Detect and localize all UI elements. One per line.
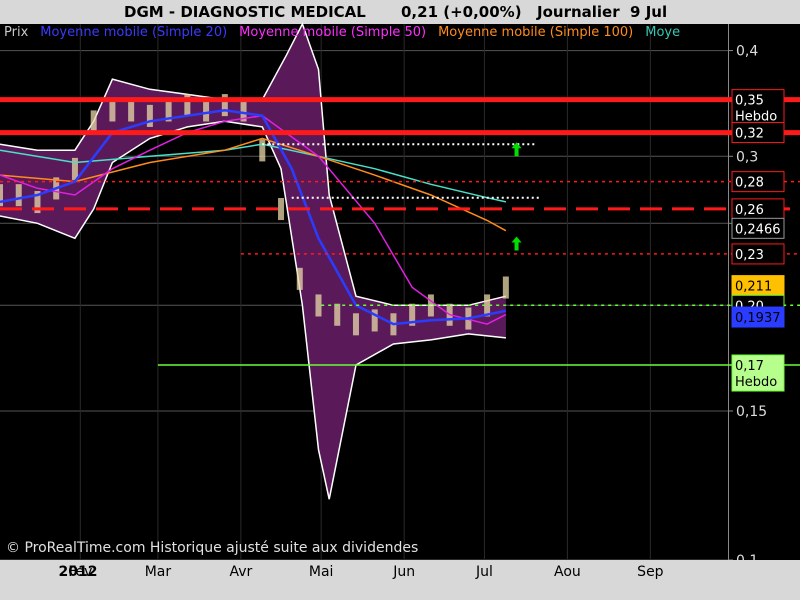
level-label: 0,23: [735, 248, 764, 263]
y-tick-label: 0,15: [736, 404, 767, 420]
price-bar: [315, 294, 322, 317]
level-label: 0,211: [735, 280, 772, 295]
level-label: 0,17: [735, 359, 764, 374]
level-label: 0,1937: [735, 311, 781, 326]
price-bar: [146, 104, 153, 127]
price-bar: [109, 99, 116, 122]
x-tick-label: Jun: [393, 564, 416, 580]
price-bar: [128, 99, 135, 122]
x-tick-label: Fev: [68, 564, 93, 580]
x-tick-label: Sep: [637, 564, 664, 580]
level-label: 0,26: [735, 203, 764, 218]
level-label: 0,32: [735, 127, 764, 142]
watermark: © ProRealTime.com Historique ajusté suit…: [6, 540, 419, 556]
x-tick-label: Avr: [229, 564, 253, 580]
price-bar: [502, 276, 509, 299]
bollinger-band-fill: [0, 24, 506, 500]
price-bar: [278, 198, 285, 221]
y-tick-label: 0,4: [736, 44, 758, 60]
price-bar: [15, 184, 22, 207]
price-bar: [352, 313, 359, 336]
level-label: Hebdo: [735, 375, 777, 390]
x-tick-label: Jul: [475, 564, 493, 580]
price-bar: [259, 139, 266, 162]
price-bar: [296, 267, 303, 290]
legend-item: Moyenne mobile (Simple 50): [239, 25, 427, 40]
x-axis: 2012 Fev Mar Avr Mai Jun Jul Aou Sep: [0, 560, 800, 600]
legend-item: Moyenne mobile (Simple 100): [438, 25, 634, 40]
price-bar: [334, 303, 341, 326]
chart-legend: Prix Moyenne mobile (Simple 20) Moyenne mo…: [4, 25, 692, 40]
legend-item: Moyenne mobile (Simple 20): [40, 25, 228, 40]
level-label: 0,35: [735, 94, 764, 109]
price-bar: [71, 157, 78, 180]
price-bar: [203, 99, 210, 122]
y-tick-label: 0,3: [736, 149, 758, 165]
up-arrow-icon: [511, 236, 522, 251]
x-tick-label: Mai: [308, 564, 334, 580]
level-label: 0,28: [735, 176, 764, 191]
legend-item: Moye: [645, 25, 681, 40]
price-bar: [90, 110, 97, 133]
price-chart[interactable]: 0,10,150,20,250,30,350,40,35Hebdo0,320,2…: [0, 0, 800, 600]
level-label: 0,2466: [735, 222, 781, 237]
x-tick-label: Aou: [554, 564, 581, 580]
x-tick-label: Mar: [144, 564, 172, 580]
legend-item: Prix: [4, 25, 29, 40]
